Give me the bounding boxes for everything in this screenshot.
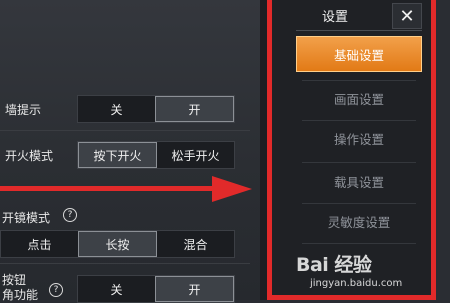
scope-mode-toggle[interactable]: 点击 长按 混合 [0, 230, 235, 258]
button-feature-label-line2: 角功能 [2, 288, 39, 302]
baidu-jingyan-watermark: Bai 经验 jingyan.baidu.com [296, 250, 446, 300]
annotation-arrow-shaft [0, 186, 214, 191]
help-icon[interactable]: ? [63, 208, 77, 222]
help-icon[interactable]: ? [49, 283, 63, 297]
wall-hint-on-option[interactable]: 开 [155, 96, 234, 122]
button-feature-off-option[interactable]: 关 [78, 276, 155, 302]
button-feature-on-option[interactable]: 开 [155, 276, 234, 302]
divider [0, 263, 250, 264]
fire-mode-toggle[interactable]: 按下开火 松手开火 [77, 141, 235, 169]
annotation-arrow-head [212, 176, 252, 202]
fire-on-release-option[interactable]: 松手开火 [157, 142, 234, 168]
scope-tap-option[interactable]: 点击 [1, 231, 78, 257]
scope-hold-option[interactable]: 长按 [78, 231, 157, 257]
divider [0, 130, 250, 131]
fire-on-press-option[interactable]: 按下开火 [78, 142, 157, 168]
scope-mode-label: 开镜模式 [2, 211, 51, 225]
watermark-brand: Bai 经验 [296, 254, 372, 276]
wall-hint-label: 墙提示 [5, 103, 42, 117]
button-feature-toggle[interactable]: 关 开 [77, 275, 235, 303]
scope-mixed-option[interactable]: 混合 [157, 231, 234, 257]
watermark-url: jingyan.baidu.com [310, 278, 403, 289]
wall-hint-off-option[interactable]: 关 [78, 96, 155, 122]
wall-hint-toggle[interactable]: 关 开 [77, 95, 235, 123]
fire-mode-label: 开火模式 [5, 149, 54, 163]
